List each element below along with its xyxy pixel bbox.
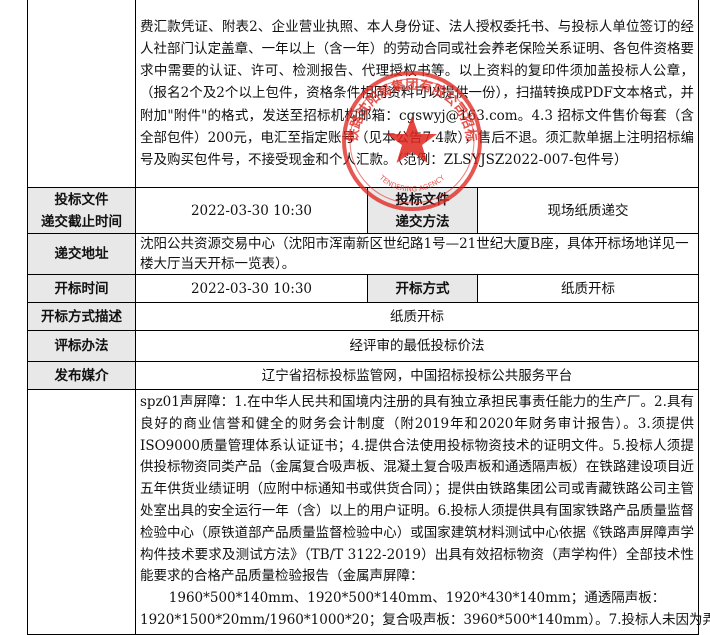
submit-method-label: 投标文件 递交方法 bbox=[367, 187, 478, 234]
qualification-dimensions-line2: 1920*1500*20mm/1960*1000*20；复合吸声板：3960*5… bbox=[140, 611, 710, 628]
deadline-label-line1: 投标文件 bbox=[54, 191, 109, 208]
open-form-label: 开标方式 bbox=[367, 274, 478, 303]
submit-method-label-line1: 投标文件 bbox=[395, 191, 450, 208]
deadline-value: 2022-03-30 10:30 bbox=[135, 187, 368, 234]
requirements-text: 费汇款凭证、附表2、企业营业执照、本人身份证、法人授权委托书、与投标人单位签订的… bbox=[134, 0, 700, 188]
eval-row: 评标办法 经评审的最低投标价法 bbox=[27, 330, 700, 362]
open-time-row: 开标时间 2022-03-30 10:30 开标方式 纸质开标 bbox=[27, 274, 700, 303]
address-label: 递交地址 bbox=[27, 233, 136, 275]
address-value: 沈阳公共资源交易中心（沈阳市浑南新区世纪路1号—21世纪大厦B座，具体开标场地详… bbox=[134, 233, 700, 275]
open-time-value: 2022-03-30 10:30 bbox=[135, 274, 368, 303]
blank-label-cell bbox=[27, 389, 136, 635]
qualification-dimensions-line: 1960*500*140mm、1920*500*140mm、1920*430*1… bbox=[168, 590, 666, 607]
open-desc-label: 开标方式描述 bbox=[27, 302, 136, 331]
address-row: 递交地址 沈阳公共资源交易中心（沈阳市浑南新区世纪路1号—21世纪大厦B座，具体… bbox=[27, 233, 700, 275]
open-time-label: 开标时间 bbox=[27, 274, 136, 303]
submit-method-value: 现场纸质递交 bbox=[476, 187, 700, 234]
eval-label: 评标办法 bbox=[27, 330, 136, 362]
deadline-row: 投标文件 递交截止时间 2022-03-30 10:30 投标文件 递交方法 现… bbox=[27, 187, 700, 234]
media-label: 发布媒介 bbox=[27, 361, 136, 390]
qualification-text: spz01声屏障：1.在中华人民共和国境内注册的具有独立承担民事责任能力的生产厂… bbox=[134, 389, 710, 635]
media-row: 发布媒介 辽宁省招标投标监管网，中国招标投标公共服务平台 bbox=[27, 361, 700, 390]
deadline-label: 投标文件 递交截止时间 bbox=[27, 187, 136, 234]
qualification-paragraph: spz01声屏障：1.在中华人民共和国境内注册的具有独立承担民事责任能力的生产厂… bbox=[140, 394, 695, 585]
open-desc-row: 开标方式描述 纸质开标 bbox=[27, 302, 700, 331]
open-form-value: 纸质开标 bbox=[476, 274, 700, 303]
qualification-row: spz01声屏障：1.在中华人民共和国境内注册的具有独立承担民事责任能力的生产厂… bbox=[27, 389, 710, 635]
deadline-label-line2: 递交截止时间 bbox=[41, 213, 122, 230]
open-desc-value: 纸质开标 bbox=[134, 302, 700, 331]
eval-value: 经评审的最低投标价法 bbox=[134, 330, 700, 362]
media-value: 辽宁省招标投标监管网，中国招标投标公共服务平台 bbox=[134, 361, 700, 390]
requirements-row: 费汇款凭证、附表2、企业营业执照、本人身份证、法人授权委托书、与投标人单位签订的… bbox=[27, 0, 700, 188]
submit-method-label-line2: 递交方法 bbox=[395, 213, 450, 230]
tender-info-table: 费汇款凭证、附表2、企业营业执照、本人身份证、法人授权委托书、与投标人单位签订的… bbox=[27, 0, 710, 635]
blank-label-cell bbox=[27, 0, 136, 188]
